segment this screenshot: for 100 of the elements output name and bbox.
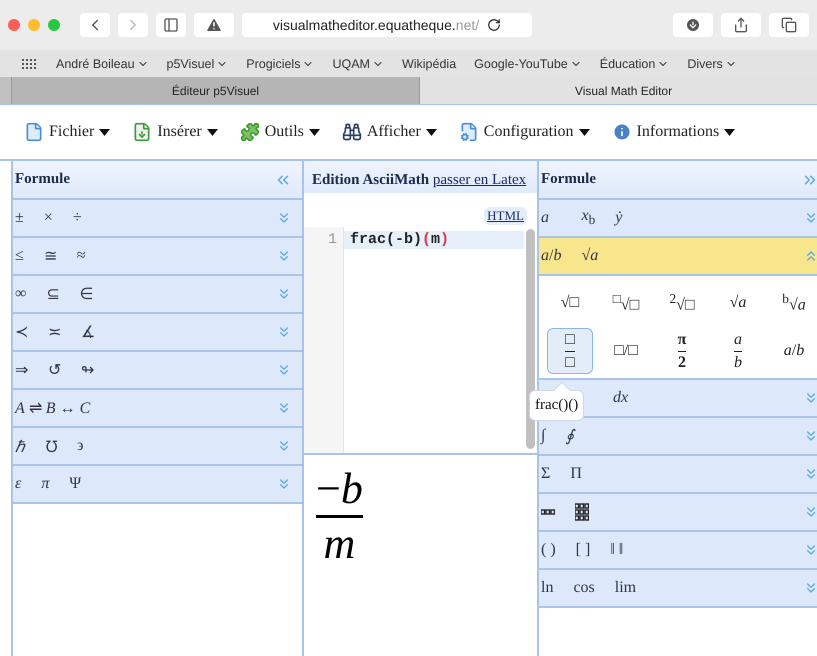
math-symbol[interactable]: Π — [570, 465, 582, 483]
math-symbol[interactable]: ∫ — [541, 427, 546, 445]
browser-tab[interactable]: Éditeur p5Visuel — [11, 77, 419, 104]
math-symbol[interactable]: ∮ — [565, 426, 574, 446]
maximize-button[interactable] — [48, 19, 60, 31]
palette-button[interactable]: $^{2}$√□ — [659, 280, 705, 326]
math-symbol[interactable]: ∞ — [15, 285, 26, 303]
bookmark-link[interactable]: Wikipédia — [402, 56, 456, 70]
bookmark-link[interactable]: Google-YouTube — [474, 56, 582, 70]
symbol-group-row[interactable]: ℏ ℧ ϶ — [13, 428, 302, 466]
menu-button[interactable]: Insérer — [132, 122, 218, 142]
math-symbol[interactable]: cos — [573, 579, 595, 597]
math-symbol[interactable]: ε — [15, 475, 22, 493]
menu-button[interactable]: Informations — [612, 122, 736, 142]
menu-button[interactable]: Outils — [240, 122, 320, 142]
grid-matrix-icon[interactable] — [575, 503, 589, 521]
math-symbol[interactable]: [ ] — [576, 541, 590, 559]
warning-button[interactable] — [194, 13, 234, 37]
math-symbol[interactable]: ( ) — [541, 541, 556, 559]
math-symbol[interactable]: ≤ — [15, 247, 24, 265]
math-symbol[interactable]: ẏ — [615, 209, 622, 227]
symbol-group-row[interactable]: ≺ ≍ ∡ — [13, 314, 302, 352]
math-symbol[interactable]: ⇒ — [15, 360, 28, 380]
symbol-group-row[interactable]: ∫ ∮ — [539, 418, 817, 456]
html-button[interactable]: HTML — [484, 207, 527, 225]
grid-icon[interactable] — [22, 58, 38, 70]
math-symbol[interactable]: x$_{b}$ — [581, 207, 596, 229]
math-symbol[interactable]: ⊆ — [46, 284, 60, 304]
sidebar-button[interactable] — [156, 13, 186, 37]
download-icon[interactable] — [685, 17, 701, 33]
browser-tab[interactable]: Visual Math Editor — [419, 77, 817, 104]
math-symbol[interactable]: dx — [613, 389, 628, 407]
math-symbol[interactable]: ∡ — [81, 322, 95, 342]
math-symbol[interactable]: Σ — [541, 465, 550, 483]
math-symbol[interactable]: ln — [541, 579, 554, 597]
tabs-button[interactable] — [769, 13, 809, 37]
palette-button[interactable]: $^{□}$√□ — [603, 280, 649, 326]
symbol-group-row[interactable]: ⇒ ↺ ↬ — [13, 352, 302, 390]
share-icon[interactable] — [733, 17, 749, 33]
math-symbol[interactable]: ∈ — [79, 284, 94, 304]
math-symbol[interactable]: ↬ — [81, 360, 94, 380]
symbol-group-row[interactable]: a⃗ x$_{b}$ ẏ — [539, 200, 817, 238]
symbol-group-row[interactable]: ± × ÷ — [13, 200, 302, 238]
forward-button[interactable] — [118, 13, 148, 37]
palette-button[interactable]: □ □ — [547, 328, 593, 374]
math-symbol[interactable]: ± — [15, 209, 24, 227]
symbol-group-row[interactable]: A ⇌ B ↔ C — [13, 390, 302, 428]
tabs-icon[interactable] — [781, 17, 797, 33]
math-symbol[interactable]: ↺ — [48, 360, 61, 380]
palette-button[interactable]: √□ — [547, 280, 593, 326]
bookmark-link[interactable]: Divers — [687, 56, 737, 70]
symbol-group-row[interactable]: ∞ ⊆ ∈ — [13, 276, 302, 314]
menu-button[interactable]: Afficher — [342, 122, 437, 142]
back-button[interactable] — [80, 13, 110, 37]
symbol-group-row[interactable]: ln cos lim — [539, 570, 817, 608]
math-symbol[interactable]: ℏ — [15, 435, 25, 457]
palette-button[interactable]: √a — [715, 280, 761, 326]
sidebar-icon[interactable] — [163, 17, 179, 33]
math-symbol[interactable]: ‖ ‖ — [610, 541, 624, 559]
math-symbol[interactable]: × — [44, 209, 53, 227]
math-symbol[interactable]: ÷ — [72, 209, 82, 227]
math-symbol[interactable]: ℧ — [45, 435, 57, 457]
math-symbol[interactable]: π — [41, 475, 50, 493]
scrollbar-thumb[interactable] — [526, 229, 535, 449]
math-symbol[interactable]: a/b — [541, 247, 562, 265]
math-symbol[interactable]: a⃗ — [541, 209, 562, 227]
math-symbol[interactable]: ≍ — [48, 322, 61, 342]
bookmark-link[interactable]: Éducation — [600, 56, 670, 70]
palette-button[interactable]: a b — [715, 328, 761, 374]
math-symbol[interactable]: Ψ — [69, 475, 82, 493]
close-button[interactable] — [8, 19, 20, 31]
menu-button[interactable]: Fichier — [24, 122, 110, 142]
palette-button[interactable]: a/b — [771, 328, 817, 374]
downloads-button[interactable] — [673, 13, 713, 37]
symbol-group-row[interactable]: Σ Π — [539, 456, 817, 494]
math-symbol[interactable]: ≅ — [44, 246, 57, 266]
share-button[interactable] — [721, 13, 761, 37]
math-symbol[interactable]: A ⇌ B ↔ C — [15, 398, 90, 418]
bookmark-link[interactable]: UQAM — [332, 56, 384, 70]
row-matrix-icon[interactable] — [541, 509, 555, 515]
math-symbol[interactable]: ϶ — [77, 437, 84, 455]
math-symbol[interactable]: lim — [614, 579, 636, 597]
palette-button[interactable]: □/□ — [603, 328, 649, 374]
math-symbol[interactable]: ≈ — [76, 247, 86, 265]
bookmark-link[interactable]: p5Visuel — [166, 56, 228, 70]
symbol-group-row[interactable]: a/b √a — [539, 238, 817, 276]
palette-button[interactable]: π 2 — [659, 328, 705, 374]
bookmark-link[interactable]: Progiciels — [246, 56, 314, 70]
math-symbol[interactable]: √a — [581, 247, 598, 265]
symbol-group-row[interactable]: ≤ ≅ ≈ — [13, 238, 302, 276]
address-field[interactable]: visualmatheditor.equatheque.net/ — [242, 13, 532, 37]
symbol-group-row[interactable]: ( ) [ ] ‖ ‖ — [539, 532, 817, 570]
latex-link[interactable]: passer en Latex — [432, 172, 526, 188]
palette-button[interactable]: $^{b}$√a — [771, 280, 817, 326]
bookmark-link[interactable]: André Boileau — [56, 56, 149, 70]
minimize-button[interactable] — [28, 19, 40, 31]
symbol-group-row[interactable]: ε π Ψ — [13, 466, 302, 504]
math-symbol[interactable]: ≺ — [15, 322, 28, 342]
warning-icon[interactable] — [205, 16, 223, 34]
menu-button[interactable]: Configuration — [458, 122, 590, 142]
